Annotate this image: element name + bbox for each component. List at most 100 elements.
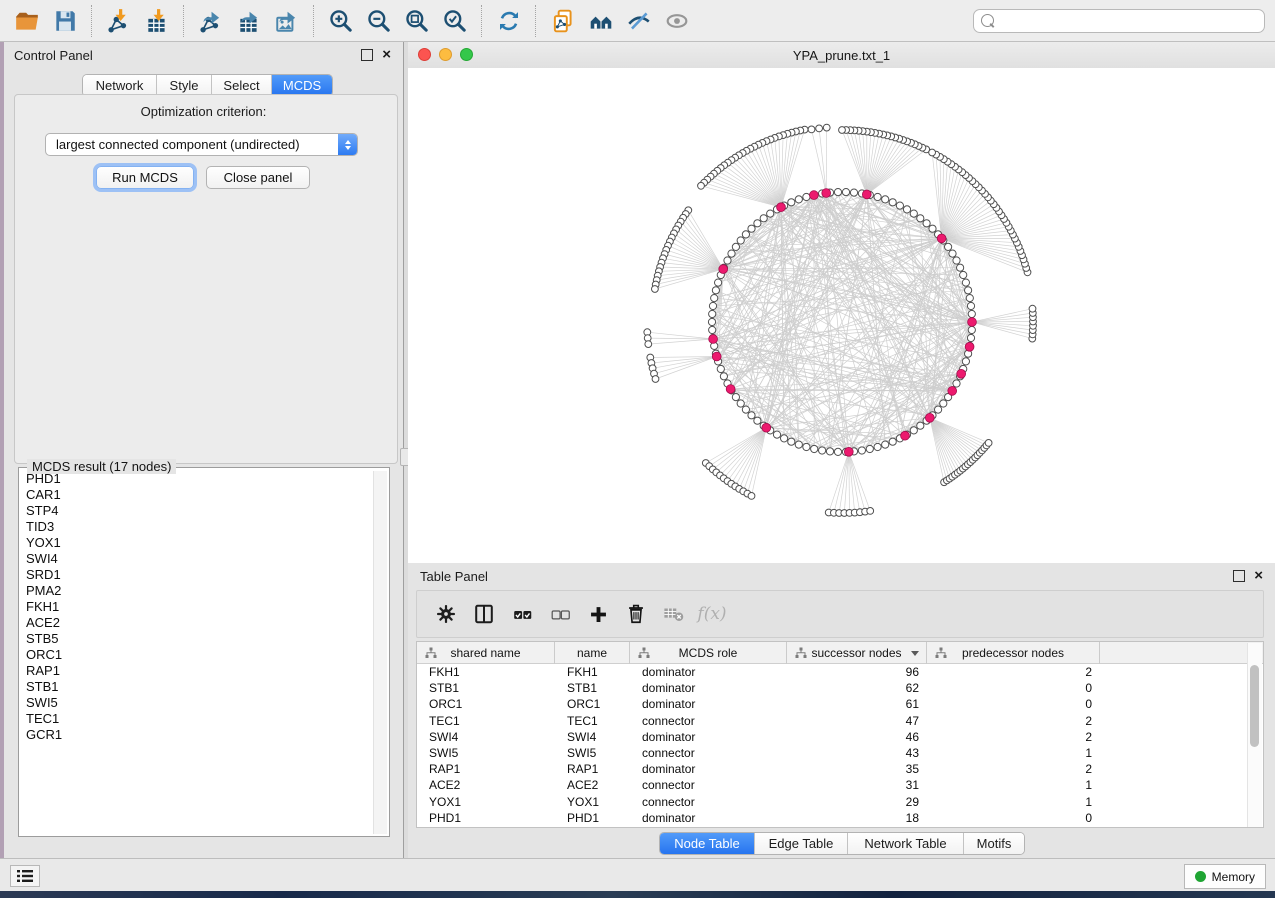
task-history-button[interactable] — [10, 865, 40, 887]
memory-button[interactable]: Memory — [1184, 864, 1266, 889]
dropdown-stepper-icon — [338, 134, 357, 155]
table-row-SWI4[interactable]: SWI4SWI4dominator462 — [417, 729, 1263, 745]
open-session-button[interactable] — [8, 3, 46, 39]
first-neighbors-button[interactable] — [582, 3, 620, 39]
table-row-RAP1[interactable]: RAP1RAP1dominator352 — [417, 761, 1263, 777]
memory-status-icon — [1195, 871, 1206, 882]
first-neighbors-icon — [588, 8, 614, 34]
tab-node-table[interactable]: Node Table — [660, 833, 755, 854]
tab-mcds[interactable]: MCDS — [272, 75, 332, 96]
tab-select[interactable]: Select — [212, 75, 272, 96]
tab-edge-table[interactable]: Edge Table — [755, 833, 848, 854]
table-row-ACE2[interactable]: ACE2ACE2connector311 — [417, 777, 1263, 793]
export-image-button[interactable] — [268, 3, 306, 39]
column-header-predecessor-nodes[interactable]: predecessor nodes — [927, 642, 1100, 664]
table-row-STB1[interactable]: STB1STB1dominator620 — [417, 680, 1263, 696]
column-header-successor-nodes[interactable]: successor nodes — [787, 642, 927, 664]
zoom-fit-icon — [404, 8, 430, 34]
apply-layout-button[interactable] — [490, 3, 528, 39]
import-network-button[interactable] — [100, 3, 138, 39]
close-table-panel-icon[interactable]: × — [1254, 571, 1263, 581]
zoom-out-button[interactable] — [360, 3, 398, 39]
application-window: Control Panel × NetworkStyleSelectMCDS O… — [0, 0, 1275, 898]
close-window-icon[interactable] — [418, 48, 431, 61]
network-canvas[interactable] — [408, 68, 1275, 563]
column-header-MCDS-role[interactable]: MCDS role — [630, 642, 787, 664]
mcds-result-item[interactable]: YOX1 — [21, 535, 365, 551]
cell: connector — [630, 713, 787, 729]
split-pane-button[interactable] — [467, 596, 501, 632]
mcds-result-item[interactable]: STP4 — [21, 503, 365, 519]
tab-style[interactable]: Style — [157, 75, 212, 96]
show-all-button[interactable] — [658, 3, 696, 39]
mcds-result-item[interactable]: STB1 — [21, 679, 365, 695]
float-panel-icon[interactable] — [361, 49, 373, 61]
mcds-result-item[interactable]: FKH1 — [21, 599, 365, 615]
export-table-button[interactable] — [230, 3, 268, 39]
mcds-result-item[interactable]: PHD1 — [21, 471, 365, 487]
satellite-nodes[interactable] — [644, 124, 1036, 516]
mcds-result-item[interactable]: ACE2 — [21, 615, 365, 631]
float-table-panel-icon[interactable] — [1233, 570, 1245, 582]
table-scrollbar-track[interactable] — [1247, 643, 1262, 827]
column-header-shared-name[interactable]: shared name — [417, 642, 555, 664]
deselect-all-rows-button[interactable] — [543, 596, 577, 632]
cell: 0 — [927, 810, 1100, 826]
mcds-result-item[interactable]: CAR1 — [21, 487, 365, 503]
function-builder-button: f(x) — [695, 596, 729, 632]
mcds-result-item[interactable]: TEC1 — [21, 711, 365, 727]
mcds-result-item[interactable]: GCR1 — [21, 727, 365, 743]
minimize-window-icon[interactable] — [439, 48, 452, 61]
import-table-button[interactable] — [138, 3, 176, 39]
mcds-result-item[interactable]: SWI4 — [21, 551, 365, 567]
cell: connector — [630, 745, 787, 761]
mcds-result-item[interactable]: PMA2 — [21, 583, 365, 599]
close-panel-icon[interactable]: × — [382, 50, 391, 60]
table-row-YOX1[interactable]: YOX1YOX1connector291 — [417, 794, 1263, 810]
hide-selected-button[interactable] — [620, 3, 658, 39]
mcds-result-item[interactable]: SWI5 — [21, 695, 365, 711]
mcds-result-item[interactable]: STB5 — [21, 631, 365, 647]
network-graph[interactable] — [408, 68, 1275, 563]
cell: SWI4 — [555, 729, 630, 745]
cell: 96 — [787, 664, 927, 680]
zoom-in-button[interactable] — [322, 3, 360, 39]
create-column-button[interactable] — [581, 596, 615, 632]
mcds-result-item[interactable]: ORC1 — [21, 647, 365, 663]
cell: ACE2 — [417, 777, 555, 793]
table-row-TEC1[interactable]: TEC1TEC1connector472 — [417, 713, 1263, 729]
search-input[interactable] — [999, 11, 1264, 31]
zoom-fit-button[interactable] — [398, 3, 436, 39]
mcds-result-item[interactable]: TID3 — [21, 519, 365, 535]
delete-columns-button[interactable] — [619, 596, 653, 632]
table-row-SWI5[interactable]: SWI5SWI5connector431 — [417, 745, 1263, 761]
cell: dominator — [630, 729, 787, 745]
mcds-result-item[interactable]: SRD1 — [21, 567, 365, 583]
optimization-criterion-dropdown[interactable]: largest connected component (undirected) — [45, 133, 358, 156]
tab-network[interactable]: Network — [83, 75, 157, 96]
run-mcds-button[interactable]: Run MCDS — [96, 166, 194, 189]
save-session-button[interactable] — [46, 3, 84, 39]
cell: 43 — [787, 745, 927, 761]
cell: PHD1 — [555, 810, 630, 826]
table-row-PHD1[interactable]: PHD1PHD1dominator180 — [417, 810, 1263, 826]
search-field[interactable] — [973, 9, 1265, 33]
tab-network-table[interactable]: Network Table — [848, 833, 964, 854]
network-view-titlebar: YPA_prune.txt_1 — [408, 42, 1275, 69]
select-all-rows-button[interactable] — [505, 596, 539, 632]
export-network-button[interactable] — [192, 3, 230, 39]
table-row-FKH1[interactable]: FKH1FKH1dominator962 — [417, 664, 1263, 680]
zoom-selected-button[interactable] — [436, 3, 474, 39]
new-network-from-selection-button[interactable] — [544, 3, 582, 39]
mcds-result-item[interactable]: RAP1 — [21, 663, 365, 679]
column-header-name[interactable]: name — [555, 642, 630, 664]
close-panel-button[interactable]: Close panel — [206, 166, 310, 189]
table-toolbar: f(x) — [416, 590, 1264, 638]
table-options-button[interactable] — [429, 596, 463, 632]
cell: RAP1 — [417, 761, 555, 777]
mcds-list-scrollbar[interactable] — [373, 471, 387, 834]
maximize-window-icon[interactable] — [460, 48, 473, 61]
tab-motifs[interactable]: Motifs — [964, 833, 1024, 854]
table-row-ORC1[interactable]: ORC1ORC1dominator610 — [417, 696, 1263, 712]
table-scrollbar-thumb[interactable] — [1250, 665, 1259, 747]
